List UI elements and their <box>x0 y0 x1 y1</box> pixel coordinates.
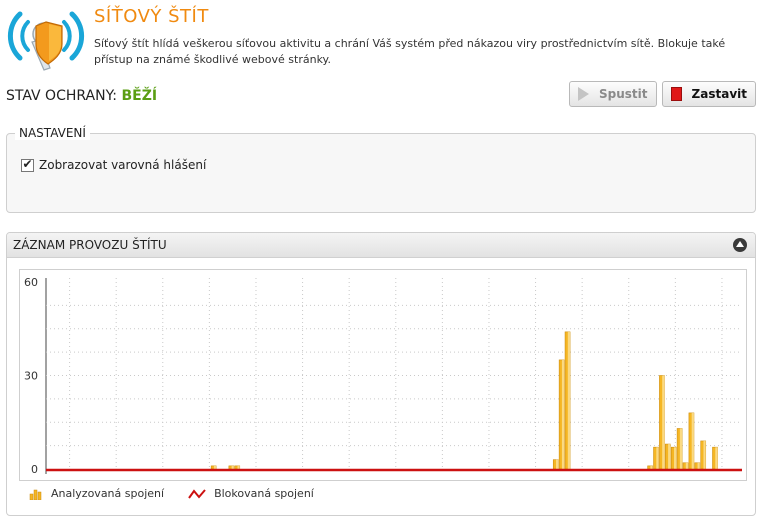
traffic-log-panel: ZÁZNAM PROVOZU ŠTÍTU 60 30 0 Analyzovaná s… <box>6 232 756 516</box>
chart-bar-highlight <box>673 447 677 469</box>
protection-status-label: STAV OCHRANY: <box>6 88 118 104</box>
stop-icon <box>671 87 682 101</box>
traffic-chart-svg: 60 30 0 <box>24 276 742 476</box>
legend-label-blocked: Blokovaná spojení <box>214 487 314 500</box>
traffic-chart: 60 30 0 <box>19 269 747 481</box>
chart-bar-highlight <box>213 465 217 469</box>
chart-bar-highlight <box>231 465 234 469</box>
chart-legend: Analyzovaná spojení Blokovaná spojení <box>29 487 338 500</box>
traffic-log-header[interactable]: ZÁZNAM PROVOZU ŠTÍTU <box>7 233 755 258</box>
chart-bar-highlight <box>662 375 665 469</box>
checkbox-checked-icon[interactable]: ✔ <box>21 158 34 172</box>
chart-bar-highlight <box>237 465 240 469</box>
network-shield-icon <box>6 4 86 76</box>
chart-bar-highlight <box>567 331 571 469</box>
legend-item-blocked: Blokovaná spojení <box>188 487 314 500</box>
stop-button[interactable]: Zastavit <box>662 81 756 107</box>
chart-bar-highlight <box>697 462 700 469</box>
chart-bar-highlight <box>691 412 694 469</box>
play-icon <box>578 87 589 101</box>
chart-bar-highlight <box>656 447 659 469</box>
chart-bar-highlight <box>556 459 559 469</box>
chart-bar-highlight <box>685 462 689 469</box>
line-chart-icon <box>188 488 206 499</box>
protection-status-value: BĚŽÍ <box>121 88 158 104</box>
settings-panel: NASTAVENÍ ✔ Zobrazovat varovná hlášení <box>6 126 756 213</box>
chart-bar-highlight <box>561 359 565 469</box>
show-warnings-checkbox[interactable]: ✔ Zobrazovat varovná hlášení <box>21 158 206 172</box>
legend-item-analyzed: Analyzovaná spojení <box>29 487 164 500</box>
bar-chart-icon <box>29 489 42 500</box>
start-button-label: Spustit <box>599 87 648 101</box>
start-button[interactable]: Spustit <box>569 81 657 107</box>
chart-bar-highlight <box>679 428 683 469</box>
chart-bar-highlight <box>650 465 653 469</box>
y-tick-label: 30 <box>24 370 38 383</box>
show-warnings-label: Zobrazovat varovná hlášení <box>39 158 207 172</box>
page-title: SÍŤOVÝ ŠTÍT <box>94 6 209 27</box>
y-tick-label: 0 <box>31 463 38 476</box>
y-tick-label: 60 <box>24 276 38 289</box>
stop-button-label: Zastavit <box>691 87 747 101</box>
page-description: Síťový štít hlídá veškerou síťovou aktiv… <box>94 37 726 66</box>
protection-status: STAV OCHRANY: BĚŽÍ <box>6 88 157 104</box>
chart-bar-highlight <box>715 447 718 469</box>
legend-label-analyzed: Analyzovaná spojení <box>51 487 165 500</box>
settings-title: NASTAVENÍ <box>15 126 90 140</box>
collapse-up-icon[interactable] <box>733 238 747 252</box>
chart-bar-highlight <box>668 444 671 469</box>
chart-bar-highlight <box>703 440 706 469</box>
traffic-log-title: ZÁZNAM PROVOZU ŠTÍTU <box>13 238 167 252</box>
